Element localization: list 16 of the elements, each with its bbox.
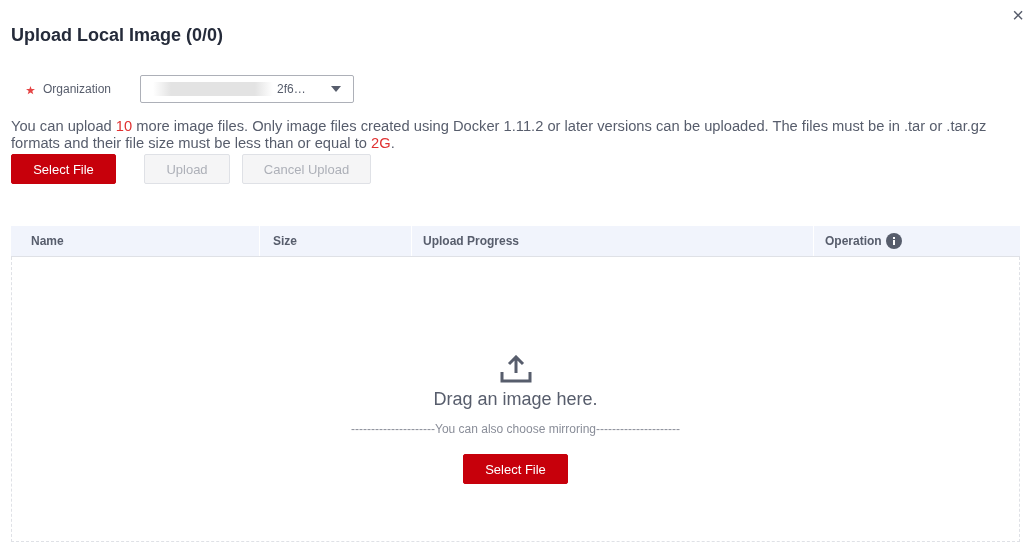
upload-icon [498, 355, 533, 383]
column-header: Upload Progress [412, 226, 814, 256]
drop-zone[interactable]: Drag an image here. ---------------------You can also choose mirroring--------------------- Select File [11, 257, 1020, 542]
column-header: Size [260, 226, 412, 256]
select-file-button[interactable]: Select File [463, 454, 568, 484]
column-header: Name [11, 226, 260, 256]
field-label: Organization [43, 82, 113, 96]
action-button[interactable]: Select File [11, 154, 116, 184]
organization-select[interactable]: 2f6… [140, 75, 354, 103]
close-button[interactable]: × [1012, 4, 1024, 26]
dialog-title: Upload Local Image (0/0) [11, 25, 224, 46]
caret-icon [331, 86, 341, 92]
divider-text: ---------------------You can also choose mirroring--------------------- [351, 422, 680, 436]
upload-notice: You can upload 10 more image files. Only image files created using Docker 1.11.2 or later versions can be uploaded. The files must be in .tar or .tar.gz formats and their file size must be less than or equal to 2G. [11, 118, 988, 152]
drop-message: Drag an image here. [433, 389, 598, 410]
column-header: Operation [814, 226, 1020, 256]
